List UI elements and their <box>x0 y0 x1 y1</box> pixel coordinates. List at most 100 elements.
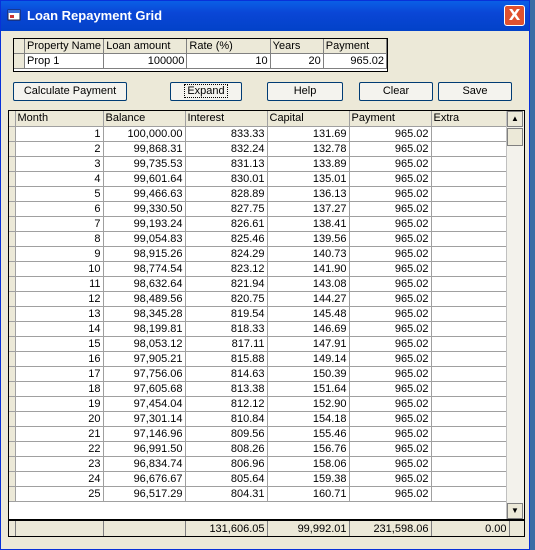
grid-cell-balance[interactable]: 99,330.50 <box>103 201 186 217</box>
grid-cell-balance[interactable]: 97,756.06 <box>103 366 186 382</box>
grid-cell-extra[interactable] <box>431 426 510 442</box>
grid-cell-interest[interactable]: 804.31 <box>185 486 268 502</box>
years-cell[interactable]: 20 <box>270 53 324 69</box>
grid-cell-payment[interactable]: 965.02 <box>349 456 432 472</box>
grid-cell-capital[interactable]: 133.89 <box>267 156 350 172</box>
grid-cell-month[interactable]: 22 <box>15 441 104 457</box>
payment-cell[interactable]: 965.02 <box>323 53 388 69</box>
grid-cell-balance[interactable]: 97,301.14 <box>103 411 186 427</box>
grid-cell-balance[interactable]: 98,345.28 <box>103 306 186 322</box>
scroll-up-button[interactable]: ▲ <box>507 111 523 127</box>
column-header-balance[interactable]: Balance <box>103 111 186 127</box>
grid-cell-capital[interactable]: 159.38 <box>267 471 350 487</box>
summary-row-selector[interactable] <box>14 39 25 54</box>
grid-cell-balance[interactable]: 98,199.81 <box>103 321 186 337</box>
grid-cell-balance[interactable]: 99,735.53 <box>103 156 186 172</box>
grid-cell-month[interactable]: 13 <box>15 306 104 322</box>
grid-cell-extra[interactable] <box>431 321 510 337</box>
grid-cell-payment[interactable]: 965.02 <box>349 291 432 307</box>
grid-cell-extra[interactable] <box>431 201 510 217</box>
grid-cell-extra[interactable] <box>431 471 510 487</box>
grid-cell-extra[interactable] <box>431 186 510 202</box>
grid-cell-extra[interactable] <box>431 396 510 412</box>
grid-cell-interest[interactable]: 826.61 <box>185 216 268 232</box>
grid-cell-payment[interactable]: 965.02 <box>349 441 432 457</box>
column-header-extra[interactable]: Extra <box>431 111 510 127</box>
grid-cell-month[interactable]: 9 <box>15 246 104 262</box>
grid-cell-payment[interactable]: 965.02 <box>349 381 432 397</box>
grid-cell-payment[interactable]: 965.02 <box>349 141 432 157</box>
grid-cell-payment[interactable]: 965.02 <box>349 351 432 367</box>
grid-cell-extra[interactable] <box>431 171 510 187</box>
grid-cell-capital[interactable]: 149.14 <box>267 351 350 367</box>
grid-cell-month[interactable]: 16 <box>15 351 104 367</box>
grid-cell-month[interactable]: 2 <box>15 141 104 157</box>
grid-cell-payment[interactable]: 965.02 <box>349 276 432 292</box>
grid-cell-month[interactable]: 10 <box>15 261 104 277</box>
grid-cell-interest[interactable]: 806.96 <box>185 456 268 472</box>
grid-cell-extra[interactable] <box>431 306 510 322</box>
grid-cell-balance[interactable]: 98,053.12 <box>103 336 186 352</box>
grid-cell-balance[interactable]: 98,915.26 <box>103 246 186 262</box>
grid-cell-payment[interactable]: 965.02 <box>349 246 432 262</box>
grid-cell-month[interactable]: 23 <box>15 456 104 472</box>
loan-amount-cell[interactable]: 100000 <box>103 53 188 69</box>
grid-cell-payment[interactable]: 965.02 <box>349 216 432 232</box>
grid-cell-capital[interactable]: 156.76 <box>267 441 350 457</box>
grid-cell-payment[interactable]: 965.02 <box>349 306 432 322</box>
grid-cell-extra[interactable] <box>431 261 510 277</box>
grid-cell-interest[interactable]: 828.89 <box>185 186 268 202</box>
clear-button[interactable]: Clear <box>359 82 433 101</box>
grid-cell-balance[interactable]: 99,466.63 <box>103 186 186 202</box>
column-header-capital[interactable]: Capital <box>267 111 350 127</box>
grid-cell-month[interactable]: 19 <box>15 396 104 412</box>
calculate-payment-button[interactable]: Calculate Payment <box>13 82 127 101</box>
grid-cell-payment[interactable]: 965.02 <box>349 336 432 352</box>
grid-cell-month[interactable]: 18 <box>15 381 104 397</box>
grid-cell-extra[interactable] <box>431 156 510 172</box>
grid-cell-month[interactable]: 8 <box>15 231 104 247</box>
grid-cell-payment[interactable]: 965.02 <box>349 171 432 187</box>
scroll-down-button[interactable]: ▼ <box>507 503 523 519</box>
grid-cell-month[interactable]: 25 <box>15 486 104 502</box>
grid-cell-interest[interactable]: 810.84 <box>185 411 268 427</box>
grid-cell-extra[interactable] <box>431 381 510 397</box>
grid-cell-balance[interactable]: 97,605.68 <box>103 381 186 397</box>
grid-cell-capital[interactable]: 131.69 <box>267 126 350 142</box>
summary-row-selector[interactable] <box>14 53 25 69</box>
grid-cell-balance[interactable]: 98,489.56 <box>103 291 186 307</box>
grid-cell-payment[interactable]: 965.02 <box>349 471 432 487</box>
grid-cell-extra[interactable] <box>431 411 510 427</box>
grid-cell-balance[interactable]: 97,146.96 <box>103 426 186 442</box>
grid-cell-extra[interactable] <box>431 231 510 247</box>
grid-cell-interest[interactable]: 812.12 <box>185 396 268 412</box>
grid-cell-capital[interactable]: 139.56 <box>267 231 350 247</box>
expand-button[interactable]: Expand <box>170 82 242 101</box>
grid-cell-capital[interactable]: 154.18 <box>267 411 350 427</box>
close-button[interactable]: X <box>504 5 525 26</box>
grid-cell-balance[interactable]: 97,905.21 <box>103 351 186 367</box>
grid-cell-extra[interactable] <box>431 276 510 292</box>
grid-cell-interest[interactable]: 805.64 <box>185 471 268 487</box>
grid-cell-balance[interactable]: 96,991.50 <box>103 441 186 457</box>
grid-cell-interest[interactable]: 830.01 <box>185 171 268 187</box>
grid-cell-payment[interactable]: 965.02 <box>349 321 432 337</box>
grid-cell-month[interactable]: 1 <box>15 126 104 142</box>
grid-cell-payment[interactable]: 965.02 <box>349 411 432 427</box>
grid-cell-extra[interactable] <box>431 441 510 457</box>
grid-cell-month[interactable]: 14 <box>15 321 104 337</box>
grid-cell-month[interactable]: 7 <box>15 216 104 232</box>
grid-cell-month[interactable]: 21 <box>15 426 104 442</box>
grid-cell-payment[interactable]: 965.02 <box>349 186 432 202</box>
grid-cell-extra[interactable] <box>431 336 510 352</box>
grid-cell-capital[interactable]: 151.64 <box>267 381 350 397</box>
grid-cell-capital[interactable]: 160.71 <box>267 486 350 502</box>
grid-cell-month[interactable]: 24 <box>15 471 104 487</box>
grid-cell-month[interactable]: 4 <box>15 171 104 187</box>
grid-cell-extra[interactable] <box>431 291 510 307</box>
grid-cell-interest[interactable]: 823.12 <box>185 261 268 277</box>
grid-cell-payment[interactable]: 965.02 <box>349 231 432 247</box>
grid-cell-balance[interactable]: 100,000.00 <box>103 126 186 142</box>
column-header-payment[interactable]: Payment <box>349 111 432 127</box>
grid-cell-month[interactable]: 17 <box>15 366 104 382</box>
